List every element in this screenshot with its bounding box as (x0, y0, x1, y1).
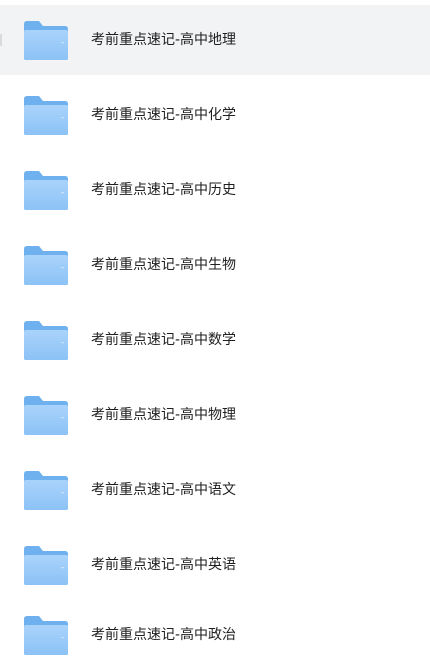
folder-icon (22, 168, 70, 212)
folder-name: 考前重点速记-高中物理 (91, 407, 237, 423)
folder-name: 考前重点速记-高中生物 (91, 257, 237, 273)
folder-name: 考前重点速记-高中地理 (91, 32, 237, 48)
folder-name: 考前重点速记-高中英语 (91, 557, 237, 573)
folder-icon (22, 318, 70, 362)
folder-row[interactable]: 考前重点速记-高中语文 (0, 455, 430, 525)
folder-row[interactable]: 考前重点速记-高中生物 (0, 230, 430, 300)
folder-icon (22, 613, 70, 657)
folder-list: 考前重点速记-高中地理 考前重点速记-高中化学 考前重点速记-高中历史 考前重点… (0, 0, 430, 670)
folder-icon (22, 93, 70, 137)
folder-icon (22, 18, 70, 62)
folder-icon (22, 393, 70, 437)
folder-row[interactable]: 考前重点速记-高中英语 (0, 530, 430, 600)
folder-name: 考前重点速记-高中语文 (91, 482, 237, 498)
folder-icon (22, 543, 70, 587)
folder-name: 考前重点速记-高中历史 (91, 182, 237, 198)
folder-row[interactable]: 考前重点速记-高中物理 (0, 380, 430, 450)
folder-icon (22, 468, 70, 512)
folder-row[interactable]: 考前重点速记-高中化学 (0, 80, 430, 150)
folder-name: 考前重点速记-高中数学 (91, 332, 237, 348)
folder-row[interactable]: 考前重点速记-高中数学 (0, 305, 430, 375)
folder-row[interactable]: 考前重点速记-高中政治 (0, 600, 430, 670)
folder-row[interactable]: 考前重点速记-高中地理 (0, 5, 430, 75)
folder-name: 考前重点速记-高中政治 (91, 627, 237, 643)
folder-name: 考前重点速记-高中化学 (91, 107, 237, 123)
row-edge-marker (0, 34, 2, 46)
folder-row[interactable]: 考前重点速记-高中历史 (0, 155, 430, 225)
folder-icon (22, 243, 70, 287)
